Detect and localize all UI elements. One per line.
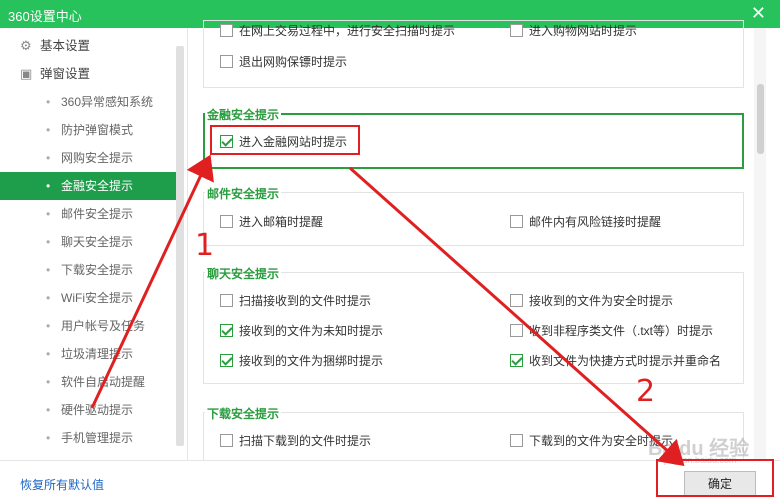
- option-label: 收到非程序类文件（.txt等）时提示: [529, 324, 714, 338]
- sidebar-item-label: 网购安全提示: [61, 151, 134, 165]
- checkbox-checked[interactable]: [220, 354, 233, 368]
- option-label: 邮件内有风险链接时提醒: [529, 215, 662, 229]
- shopping-option[interactable]: 进入购物网站时提示: [510, 22, 637, 42]
- option-label: 收到文件为快捷方式时提示并重命名: [529, 354, 722, 368]
- checkbox[interactable]: [510, 294, 523, 308]
- chat-option[interactable]: 接收到的文件为捆绑时提示: [220, 352, 383, 372]
- option-label: 接收到的文件为未知时提示: [239, 324, 384, 338]
- checkbox[interactable]: [510, 324, 523, 338]
- checkbox[interactable]: [220, 434, 233, 448]
- option-label: 在网上交易过程中，进行安全扫描时提示: [239, 24, 456, 38]
- chat-option[interactable]: 扫描接收到的文件时提示: [220, 292, 371, 312]
- sidebar-item-autostart[interactable]: • 软件自启动提醒: [0, 368, 176, 396]
- checkbox[interactable]: [510, 434, 523, 448]
- option-label: 退出网购保镖时提示: [239, 55, 348, 69]
- annotation-box-ok: [656, 459, 774, 497]
- window-title: 360设置中心: [8, 9, 82, 24]
- sidebar-item-wifi[interactable]: • WiFi安全提示: [0, 284, 176, 312]
- option-label: 扫描接收到的文件时提示: [239, 294, 372, 308]
- sidebar-item-label: WiFi安全提示: [61, 291, 133, 305]
- checkbox-checked[interactable]: [220, 324, 233, 338]
- option-label: 扫描下载到的文件时提示: [239, 434, 372, 448]
- checkbox-checked[interactable]: [510, 354, 523, 368]
- sidebar-item-label: 软件自启动提醒: [61, 375, 146, 389]
- checkbox[interactable]: [220, 294, 233, 308]
- sidebar-item-label: 防护弹窗模式: [61, 123, 134, 137]
- finance-section-title: 金融安全提示: [205, 106, 282, 123]
- annotation-number-1: 1: [195, 228, 215, 263]
- main-scrollbar-thumb[interactable]: [757, 84, 764, 154]
- sidebar-item-mail[interactable]: • 邮件安全提示: [0, 200, 176, 228]
- chat-option[interactable]: 收到文件为快捷方式时提示并重命名: [510, 352, 721, 372]
- sidebar-item-popup-mode[interactable]: • 防护弹窗模式: [0, 116, 176, 144]
- chat-option[interactable]: 接收到的文件为安全时提示: [510, 292, 673, 312]
- download-option[interactable]: 扫描下载到的文件时提示: [220, 432, 371, 452]
- option-label: 接收到的文件为安全时提示: [529, 294, 674, 308]
- mail-option[interactable]: 进入邮箱时提醒: [220, 213, 323, 233]
- sidebar-item-account[interactable]: • 用户帐号及任务: [0, 312, 176, 340]
- checkbox[interactable]: [510, 215, 523, 229]
- download-section-title: 下载安全提示: [205, 405, 282, 422]
- sidebar-group-label: 基本设置: [40, 39, 91, 53]
- shopping-option[interactable]: 退出网购保镖时提示: [220, 53, 347, 73]
- annotation-number-2: 2: [636, 374, 656, 409]
- sidebar-group-popup[interactable]: ▣ 弹窗设置: [0, 60, 176, 88]
- sidebar-group-basic[interactable]: ⚙ 基本设置: [0, 32, 176, 60]
- sidebar-item-phone[interactable]: • 手机管理提示: [0, 424, 176, 452]
- sidebar-item-finance[interactable]: • 金融安全提示: [0, 172, 176, 200]
- mail-section-title: 邮件安全提示: [205, 185, 282, 202]
- sidebar-scrollbar[interactable]: [176, 46, 184, 446]
- mail-option[interactable]: 邮件内有风险链接时提醒: [510, 213, 661, 233]
- sidebar-item-anomaly[interactable]: • 360异常感知系统: [0, 88, 176, 116]
- sidebar-item-label: 硬件驱动提示: [61, 403, 134, 417]
- sidebar-item-chat[interactable]: • 聊天安全提示: [0, 228, 176, 256]
- checkbox[interactable]: [510, 24, 523, 38]
- sidebar: ⚙ 基本设置 ▣ 弹窗设置 • 360异常感知系统 • 防护弹窗模式 • 网购安全提示…: [0, 28, 188, 460]
- sidebar-item-label: 垃圾清理提示: [61, 347, 134, 361]
- option-label: 进入邮箱时提醒: [239, 215, 324, 229]
- option-label: 接收到的文件为捆绑时提示: [239, 354, 384, 368]
- gear-icon: ⚙: [20, 38, 32, 53]
- sidebar-item-label: 聊天安全提示: [61, 235, 134, 249]
- sidebar-item-label: 用户帐号及任务: [61, 319, 146, 333]
- checkbox[interactable]: [220, 55, 233, 69]
- chat-option[interactable]: 收到非程序类文件（.txt等）时提示: [510, 322, 713, 342]
- restore-defaults-link[interactable]: 恢复所有默认值: [20, 476, 104, 493]
- checkbox[interactable]: [220, 24, 233, 38]
- shopping-option[interactable]: 在网上交易过程中，进行安全扫描时提示: [220, 22, 455, 42]
- sidebar-item-label: 邮件安全提示: [61, 207, 134, 221]
- close-icon[interactable]: ✕: [751, 3, 766, 23]
- sidebar-item-shopping[interactable]: • 网购安全提示: [0, 144, 176, 172]
- option-label: 进入购物网站时提示: [529, 24, 638, 38]
- chat-option[interactable]: 接收到的文件为未知时提示: [220, 322, 383, 342]
- sidebar-item-label: 金融安全提示: [61, 179, 134, 193]
- sidebar-item-driver[interactable]: • 硬件驱动提示: [0, 396, 176, 424]
- sidebar-item-label: 360异常感知系统: [61, 95, 154, 109]
- chat-section-title: 聊天安全提示: [205, 265, 282, 282]
- annotation-box-finance: [210, 125, 360, 155]
- window-icon: ▣: [20, 66, 33, 81]
- sidebar-item-download[interactable]: • 下载安全提示: [0, 256, 176, 284]
- sidebar-item-label: 手机管理提示: [61, 431, 134, 445]
- checkbox[interactable]: [220, 215, 233, 229]
- sidebar-group-label: 弹窗设置: [40, 67, 91, 81]
- sidebar-item-label: 下载安全提示: [61, 263, 134, 277]
- sidebar-item-cleanup[interactable]: • 垃圾清理提示: [0, 340, 176, 368]
